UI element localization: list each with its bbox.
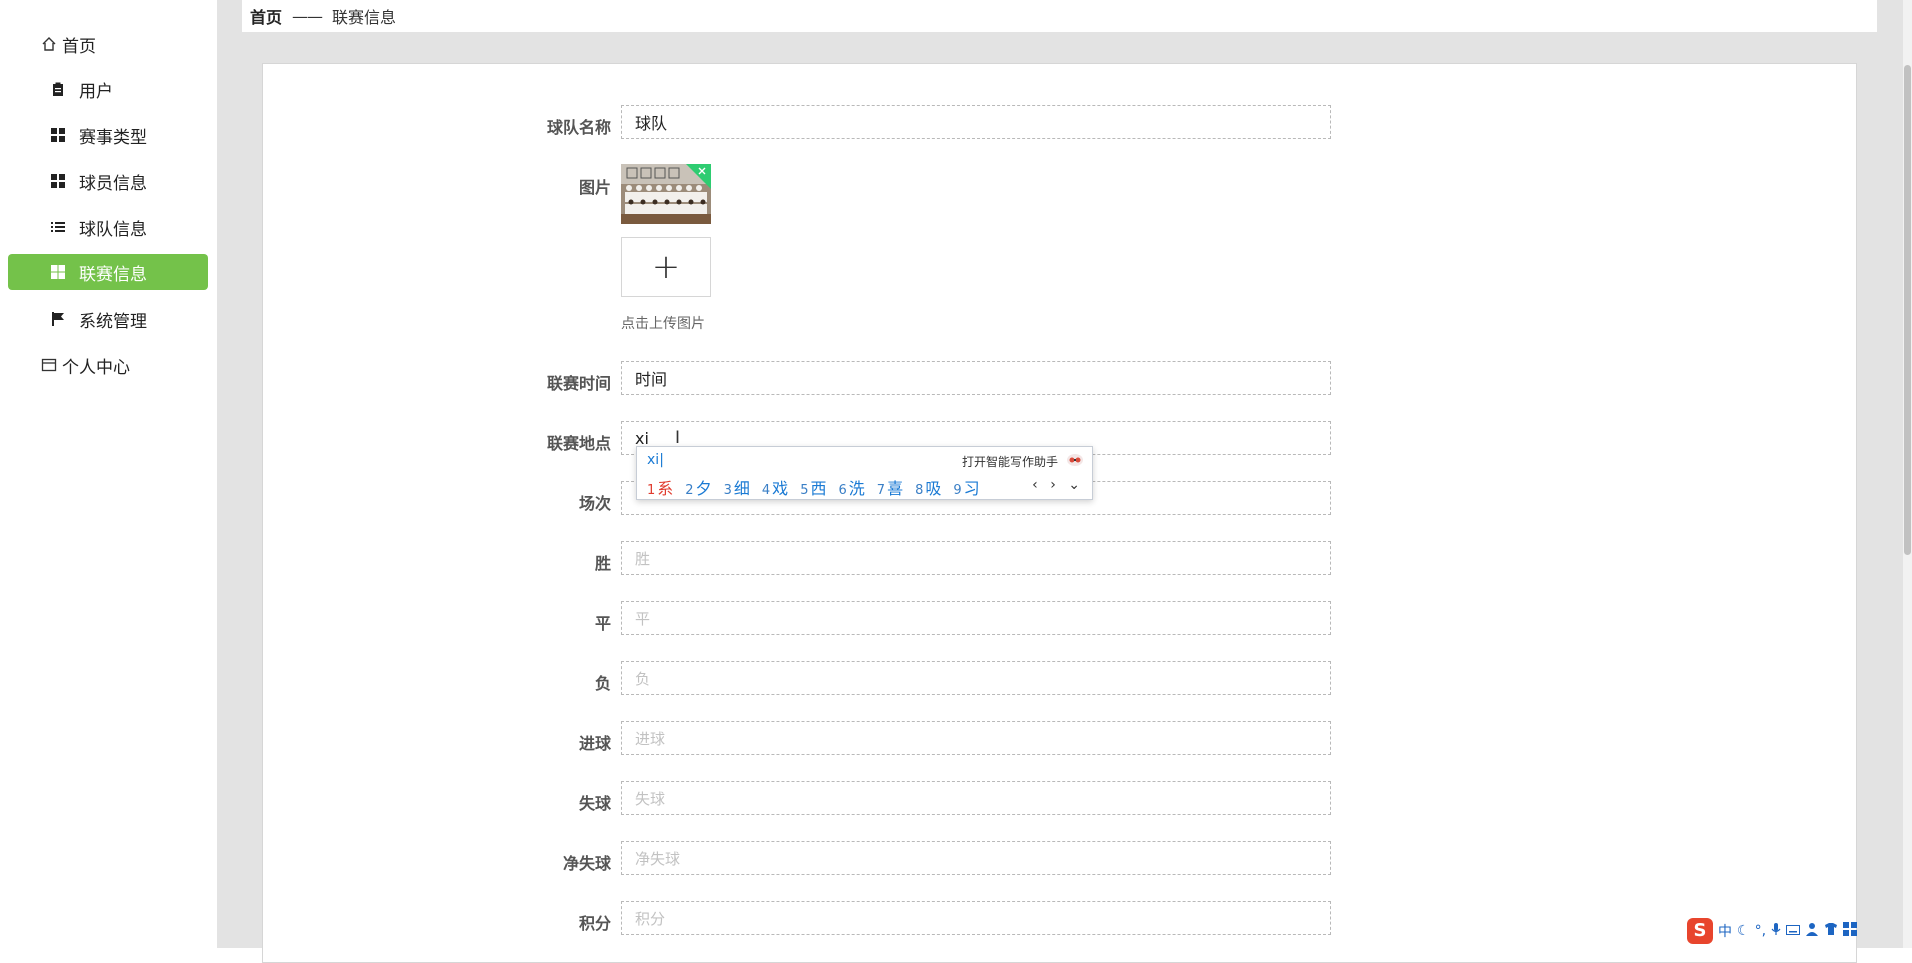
sidebar-item-league[interactable]: 联赛信息 xyxy=(8,254,208,290)
assistant-icon[interactable] xyxy=(1066,452,1084,468)
page-scrollbar[interactable] xyxy=(1903,0,1912,948)
grid-icon xyxy=(49,263,67,281)
plus-icon: + xyxy=(651,247,681,287)
team-photo-thumbnail[interactable] xyxy=(621,164,711,224)
ime-page-nav[interactable]: ‹ › ⌄ xyxy=(1032,477,1084,493)
draws-label: 平 xyxy=(594,614,611,633)
matches-label: 场次 xyxy=(578,494,611,513)
sidebar-item-label: 联赛信息 xyxy=(79,264,147,285)
text-cursor-icon: Ⅰ xyxy=(675,428,681,448)
ime-candidate-popup: xi| 打开智能写作助手 1系 2夕 3细 4戏 5西 6洗 7喜 8吸 9习 … xyxy=(636,446,1093,500)
league-time-value: 时间 xyxy=(635,370,668,389)
league-time-label: 联赛时间 xyxy=(546,374,611,393)
losses-input[interactable]: 负 xyxy=(621,661,1331,695)
points-placeholder: 积分 xyxy=(635,909,666,928)
apps-icon[interactable] xyxy=(1843,922,1858,940)
goals-against-label: 失球 xyxy=(578,794,611,813)
goals-for-placeholder: 进球 xyxy=(635,729,666,748)
punctuation-icon[interactable]: °, xyxy=(1755,923,1766,939)
sidebar-item-profile[interactable]: 个人中心 xyxy=(40,347,130,383)
sidebar-item-label: 赛事类型 xyxy=(79,127,147,148)
sidebar: 首页 用户 赛事类型 球员信息 球队信息 联赛信息 系统管理 个人中心 xyxy=(0,0,218,948)
sidebar-item-label: 用户 xyxy=(79,81,113,102)
grid-icon xyxy=(49,126,67,144)
home-icon xyxy=(40,35,58,53)
team-name-input[interactable]: 球队 xyxy=(621,105,1331,139)
upload-image-button[interactable]: + xyxy=(621,237,711,297)
league-place-label: 联赛地点 xyxy=(546,434,611,453)
ime-candidate[interactable]: 9习 xyxy=(953,475,979,499)
wins-label: 胜 xyxy=(594,554,611,573)
ime-candidate[interactable]: 3细 xyxy=(724,475,750,499)
sogou-logo-icon[interactable]: S xyxy=(1687,918,1713,944)
league-place-value: xi xyxy=(635,428,649,448)
ime-candidate-list: 1系 2夕 3细 4戏 5西 6洗 7喜 8吸 9习 xyxy=(647,475,992,499)
draws-placeholder: 平 xyxy=(635,609,651,628)
breadcrumb-separator: —— xyxy=(292,6,323,26)
wins-input[interactable]: 胜 xyxy=(621,541,1331,575)
ime-composition: xi| xyxy=(647,452,664,468)
goals-for-input[interactable]: 进球 xyxy=(621,721,1331,755)
goal-diff-placeholder: 净失球 xyxy=(635,849,681,868)
losses-label: 负 xyxy=(594,674,611,693)
shirt-icon[interactable] xyxy=(1824,922,1838,940)
microphone-icon[interactable] xyxy=(1771,922,1781,940)
sidebar-item-users[interactable]: 用户 xyxy=(8,71,208,107)
goal-diff-input[interactable]: 净失球 xyxy=(621,841,1331,875)
ime-toolbar: S 中 ☾ °, xyxy=(1687,918,1907,944)
sidebar-item-label: 球员信息 xyxy=(79,173,147,194)
league-time-input[interactable]: 时间 xyxy=(621,361,1331,395)
ime-candidate[interactable]: 1系 xyxy=(647,475,673,499)
breadcrumb: 首页 —— 联赛信息 xyxy=(242,0,1877,32)
image-label: 图片 xyxy=(578,178,611,197)
wins-placeholder: 胜 xyxy=(635,549,651,568)
sidebar-item-label: 系统管理 xyxy=(79,311,147,332)
ime-candidate[interactable]: 2夕 xyxy=(685,475,711,499)
moon-icon[interactable]: ☾ xyxy=(1737,923,1750,939)
clipboard-icon xyxy=(49,80,67,98)
goals-against-input[interactable]: 失球 xyxy=(621,781,1331,815)
ime-candidate[interactable]: 6洗 xyxy=(838,475,864,499)
keyboard-icon[interactable] xyxy=(1786,923,1801,939)
team-name-label: 球队名称 xyxy=(546,118,611,137)
losses-placeholder: 负 xyxy=(635,669,651,688)
ime-candidate[interactable]: 4戏 xyxy=(762,475,788,499)
sidebar-item-label: 首页 xyxy=(62,36,96,57)
ime-assistant-link[interactable]: 打开智能写作助手 xyxy=(962,453,1058,470)
sidebar-item-label: 球队信息 xyxy=(79,219,147,240)
sidebar-item-home[interactable]: 首页 xyxy=(40,26,96,62)
sidebar-item-event-types[interactable]: 赛事类型 xyxy=(8,117,208,153)
team-name-value: 球队 xyxy=(635,114,668,133)
sidebar-item-system[interactable]: 系统管理 xyxy=(8,301,208,337)
flag-icon xyxy=(49,310,67,328)
sidebar-item-label: 个人中心 xyxy=(62,357,130,378)
ime-candidate[interactable]: 5西 xyxy=(800,475,826,499)
goals-against-placeholder: 失球 xyxy=(635,789,666,808)
points-label: 积分 xyxy=(578,914,611,933)
upload-tip: 点击上传图片 xyxy=(621,316,705,332)
sidebar-item-teams[interactable]: 球队信息 xyxy=(8,209,208,245)
lang-toggle[interactable]: 中 xyxy=(1718,921,1732,941)
points-input[interactable]: 积分 xyxy=(621,901,1331,935)
breadcrumb-current: 联赛信息 xyxy=(332,8,397,27)
grid-icon xyxy=(49,172,67,190)
ime-candidate[interactable]: 7喜 xyxy=(877,475,903,499)
goals-for-label: 进球 xyxy=(578,734,611,753)
list-icon xyxy=(49,218,67,236)
user-icon[interactable] xyxy=(1805,922,1819,940)
breadcrumb-home[interactable]: 首页 xyxy=(250,4,282,28)
ime-candidate[interactable]: 8吸 xyxy=(915,475,941,499)
goal-diff-label: 净失球 xyxy=(562,854,611,873)
sidebar-item-players[interactable]: 球员信息 xyxy=(8,163,208,199)
scrollbar-thumb[interactable] xyxy=(1904,65,1911,555)
wallet-icon xyxy=(40,356,58,374)
draws-input[interactable]: 平 xyxy=(621,601,1331,635)
